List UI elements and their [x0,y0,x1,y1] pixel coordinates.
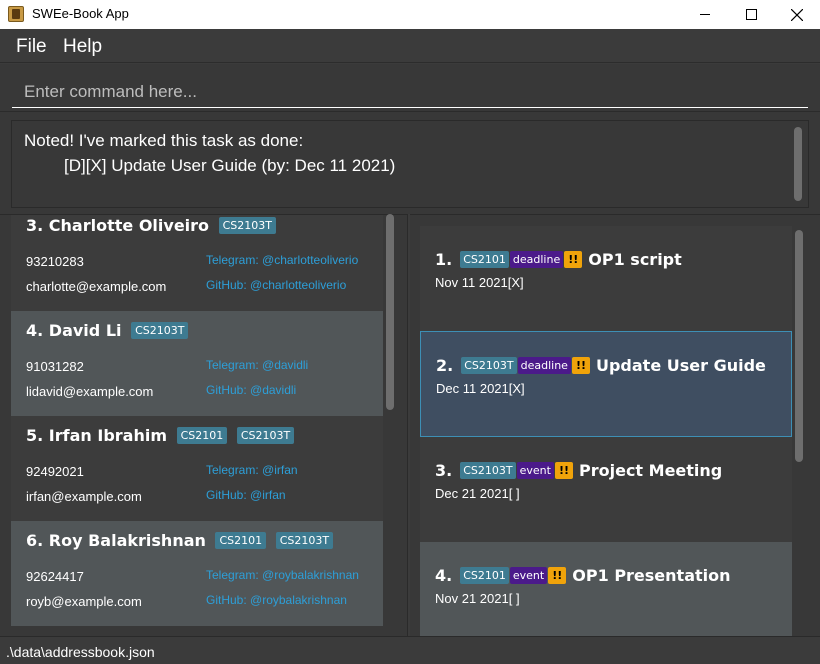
task-priority-tag: !! [564,251,583,268]
person-index: 6. [26,531,44,550]
person-card[interactable]: 6. Roy Balakrishnan CS2101 CS2103T 92624… [11,521,383,626]
task-type-tag: event [516,462,554,479]
result-task: [D][X] Update User Guide (by: Dec 11 202… [64,156,396,175]
title-bar: SWEe-Book App [0,0,820,29]
person-name: David Li [48,321,122,340]
result-display: Noted! I've marked this task as done: [D… [0,112,820,214]
task-type-tag: deadline [517,357,571,374]
person-github[interactable]: GitHub: @charlotteoliverio [206,278,346,292]
person-phone: 91031282 [26,359,84,374]
command-input[interactable] [12,76,808,108]
book-icon [8,6,24,22]
window-title: SWEe-Book App [32,6,129,21]
task-card[interactable]: 4. CS2101 event !! OP1 Presentation Nov … [420,542,792,636]
task-header: 2. CS2103T deadline !! Update User Guide [436,356,766,375]
person-tag: CS2103T [218,217,276,234]
person-telegram[interactable]: Telegram: @davidli [206,358,308,372]
status-bar: .\data\addressbook.json [0,636,820,664]
person-email: royb@example.com [26,594,142,609]
person-tag: CS2103T [275,532,334,549]
close-icon [791,8,803,21]
task-title: OP1 script [588,250,682,269]
result-message: Noted! I've marked this task as done: [24,131,304,150]
task-priority-tag: !! [548,567,567,584]
menu-file[interactable]: File [16,36,47,58]
task-type-tag: deadline [509,251,564,268]
person-github[interactable]: GitHub: @davidli [206,383,296,397]
person-index: 3. [26,216,44,235]
task-date: Nov 21 2021[ ] [435,591,520,606]
result-scrollbar[interactable] [794,127,802,201]
task-card[interactable]: 1. CS2101 deadline !! OP1 script Nov 11 … [420,226,792,332]
task-list-scrollbar[interactable] [795,230,803,462]
person-email: irfan@example.com [26,489,142,504]
person-email: lidavid@example.com [26,384,154,399]
task-module-tag: CS2103T [460,462,516,479]
person-tag: CS2101 [176,427,228,444]
person-phone: 93210283 [26,254,84,269]
menu-bar: File Help [0,29,820,63]
person-index: 4. [26,321,44,340]
task-card-selected[interactable]: 2. CS2103T deadline !! Update User Guide… [420,331,792,437]
task-title: Update User Guide [595,356,766,375]
person-name-row: 5. Irfan Ibrahim CS2101 CS2103T [26,426,295,445]
task-priority-tag: !! [571,357,590,374]
close-button[interactable] [774,0,820,29]
menu-help[interactable]: Help [63,36,102,58]
task-module-tag: CS2103T [461,357,517,374]
task-header: 4. CS2101 event !! OP1 Presentation [435,566,731,585]
maximize-button[interactable] [728,0,774,29]
task-index: 3. [435,461,453,480]
person-card[interactable]: 3. Charlotte Oliveiro CS2103T 93210283 c… [11,215,383,311]
person-telegram[interactable]: Telegram: @charlotteoliverio [206,253,358,267]
task-index: 1. [435,250,453,269]
maximize-icon [745,9,757,20]
person-card[interactable]: 4. David Li CS2103T 91031282 lidavid@exa… [11,311,383,416]
person-list-panel: 3. Charlotte Oliveiro CS2103T 93210283 c… [0,214,408,636]
task-date: Dec 11 2021[X] [436,381,525,396]
person-index: 5. [26,426,44,445]
person-list-scrollbar[interactable] [386,214,394,410]
person-name-row: 6. Roy Balakrishnan CS2101 CS2103T [26,531,334,550]
command-box [0,64,820,112]
task-index: 4. [435,566,453,585]
task-priority-tag: !! [554,462,573,479]
person-name-row: 3. Charlotte Oliveiro CS2103T [26,216,276,235]
person-telegram[interactable]: Telegram: @roybalakrishnan [206,568,359,582]
person-email: charlotte@example.com [26,279,167,294]
task-module-tag: CS2101 [460,567,509,584]
person-phone: 92624417 [26,569,84,584]
task-card[interactable]: 3. CS2103T event !! Project Meeting Dec … [420,437,792,543]
save-location: .\data\addressbook.json [6,644,155,660]
task-title: Project Meeting [579,461,723,480]
minimize-icon [700,14,710,15]
task-header: 3. CS2103T event !! Project Meeting [435,461,722,480]
task-date: Nov 11 2021[X] [435,275,524,290]
task-module-tag: CS2101 [460,251,509,268]
person-name: Charlotte Oliveiro [48,216,210,235]
task-date: Dec 21 2021[ ] [435,486,520,501]
person-github[interactable]: GitHub: @roybalakrishnan [206,593,347,607]
task-header: 1. CS2101 deadline !! OP1 script [435,250,682,269]
person-tag: CS2103T [236,427,295,444]
person-phone: 92492021 [26,464,84,479]
person-card[interactable]: 5. Irfan Ibrahim CS2101 CS2103T 92492021… [11,416,383,521]
task-type-tag: event [509,567,548,584]
person-name: Roy Balakrishnan [48,531,206,550]
person-name: Irfan Ibrahim [48,426,167,445]
person-name-row: 4. David Li CS2103T [26,321,189,340]
task-list-panel: 1. CS2101 deadline !! OP1 script Nov 11 … [410,214,820,636]
person-tag: CS2103T [131,322,189,339]
minimize-button[interactable] [682,0,728,29]
person-tag: CS2101 [215,532,267,549]
person-telegram[interactable]: Telegram: @irfan [206,463,298,477]
task-index: 2. [436,356,454,375]
person-github[interactable]: GitHub: @irfan [206,488,286,502]
result-text-area[interactable]: Noted! I've marked this task as done: [D… [11,120,809,208]
task-title: OP1 Presentation [572,566,731,585]
